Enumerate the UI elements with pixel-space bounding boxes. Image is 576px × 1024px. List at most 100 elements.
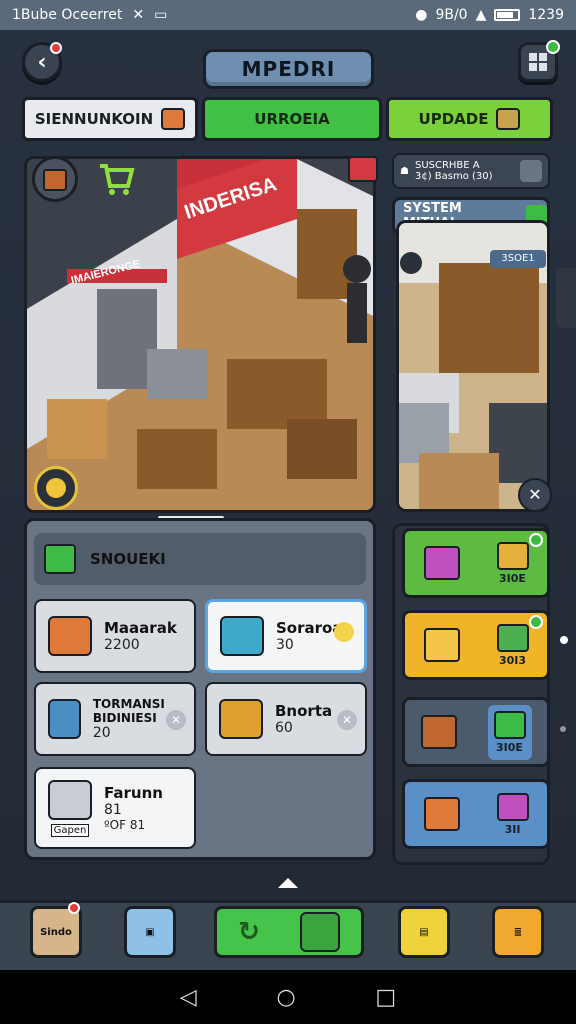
expand-icon [520,160,542,182]
list-icon: ≣ [513,926,523,938]
box-icon [44,544,76,574]
nav-main[interactable]: ↻ [214,906,364,958]
cart-button[interactable] [96,158,136,198]
item-card-maaarak[interactable]: Maaarak 2200 [34,599,196,673]
right-card-3[interactable]: 3I0E [402,697,550,767]
coin-icon [334,622,354,642]
notification-dot [50,42,62,54]
status-bar: 1Bube Oceerret ✕ ▭ ● 9B/0 ▲ 1239 [0,0,576,30]
tab-label: UPDADE [418,110,489,128]
gift-icon [423,546,460,580]
item-value: 30 [276,637,294,653]
cart-icon [100,164,135,195]
battery-icon [494,9,521,21]
crate-button[interactable] [32,156,78,202]
grid-menu-icon [529,53,547,71]
recents-icon[interactable]: □ [375,985,396,1010]
close-icon: ✕ [528,485,542,504]
panel-title: SNOUEKI [90,550,166,568]
crate-icon [420,715,457,749]
right-card-label: 3II [504,822,521,836]
tab-urroeia[interactable]: URROEIA [202,97,382,141]
item-badge: Gapen [50,823,90,837]
package-icon [299,912,340,952]
gift-icon [496,792,529,821]
store-scene[interactable]: INDERISA IMAIERONGE [24,156,376,513]
produce-icon [496,623,529,652]
menu-badge [546,40,560,54]
lamp-icon: ☗ [400,165,409,177]
nav-list[interactable]: ≣ [492,906,544,958]
tab-sienninkoin[interactable]: SIENNUNKOIN [22,97,198,141]
clock: 1239 [528,7,564,23]
crate-icon [496,108,521,130]
right-card-2[interactable]: 30I3 [402,610,550,680]
item-title: Bnorta [275,702,333,720]
right-card-label: 30I3 [498,653,527,667]
close-badge[interactable] [529,615,543,629]
refresh-icon: ↻ [238,917,260,947]
right-card-label: 3I0E [499,571,526,585]
subscribe-box[interactable]: ☗ SUSCRHBE A 3¢) Basmo (30) [392,153,550,189]
nav-label: Sindo [40,926,72,938]
remove-icon[interactable]: ✕ [166,710,186,730]
right-card-label: 3I0E [496,740,523,754]
close-badge[interactable] [529,533,543,547]
side-scene-icon [400,252,422,274]
status-left-text: 1Bube Oceerret [12,7,123,23]
system-nav-bar: ◁ ○ □ [0,970,576,1024]
home-icon[interactable]: ○ [276,985,295,1010]
item-value: 2200 [104,637,140,653]
close-scene-button[interactable]: ✕ [518,478,552,512]
page-dot [560,636,568,644]
item-card-business[interactable]: TORMANSI BIDINIESI 20 ✕ [34,682,196,756]
expand-arrow-icon[interactable] [278,878,298,888]
item-value: 60 [275,720,293,736]
tab-label: URROEIA [254,110,330,128]
item-title: Soraroa [276,619,343,637]
crate-icon [496,541,529,570]
page-title: MPEDRI [203,49,374,89]
subscribe-line2: 3¢) Basmo (30) [414,171,493,182]
tab-label: SIENNUNKOIN [34,110,154,128]
item-title: Farunn [104,784,163,802]
page-dot [560,726,566,732]
money-box-icon [493,710,526,739]
package-icon [423,797,460,831]
item-card-farunn[interactable]: Gapen Farunn 81 ºOF 81 [34,767,196,849]
coin-button[interactable] [34,466,78,510]
boxes-icon [48,699,81,739]
back-icon[interactable]: ◁ [180,985,197,1010]
crate-icon [43,169,67,191]
gift-icon [220,616,264,656]
location-icon: ● [415,7,428,23]
nav-shop[interactable]: ▣ [124,906,176,958]
remove-icon[interactable]: ✕ [337,710,357,730]
ticket-icon [48,616,92,656]
right-card-1[interactable]: 3I0E [402,528,550,598]
isometric-store-illustration: INDERISA IMAIERONGE [27,159,373,510]
cart-icon [423,628,460,662]
shopping-bag-icon: ▤ [419,926,429,938]
side-drawer-handle[interactable] [556,268,576,328]
wifi-icon: ▲ [475,7,487,23]
gift-box-icon[interactable] [348,156,378,182]
side-scene-label: 3SOE1 [490,250,546,268]
item-card-bnorta[interactable]: Bnorta 60 ✕ [205,682,367,756]
tab-updade[interactable]: UPDADE [386,97,553,141]
item-value: 81 [104,802,122,818]
back-arrow-icon: ‹ [37,49,47,75]
receipt-icon [161,108,186,130]
item-title: Maaarak [104,619,177,637]
shop-bag-icon: ▣ [145,926,155,938]
item-card-soraroa[interactable]: Soraroa 30 [205,599,367,673]
right-card-4[interactable]: 3II [402,779,550,849]
nav-badge [68,902,80,914]
cart-icon [48,779,92,820]
panel-header: SNOUEKI [34,533,366,585]
nav-bag[interactable]: ▤ [398,906,450,958]
signal-text: 9B/0 [435,7,468,23]
document-icon [219,699,263,739]
subscribe-line1: SUSCRHBE A [414,160,480,171]
notification-icon: ✕ [132,7,145,23]
